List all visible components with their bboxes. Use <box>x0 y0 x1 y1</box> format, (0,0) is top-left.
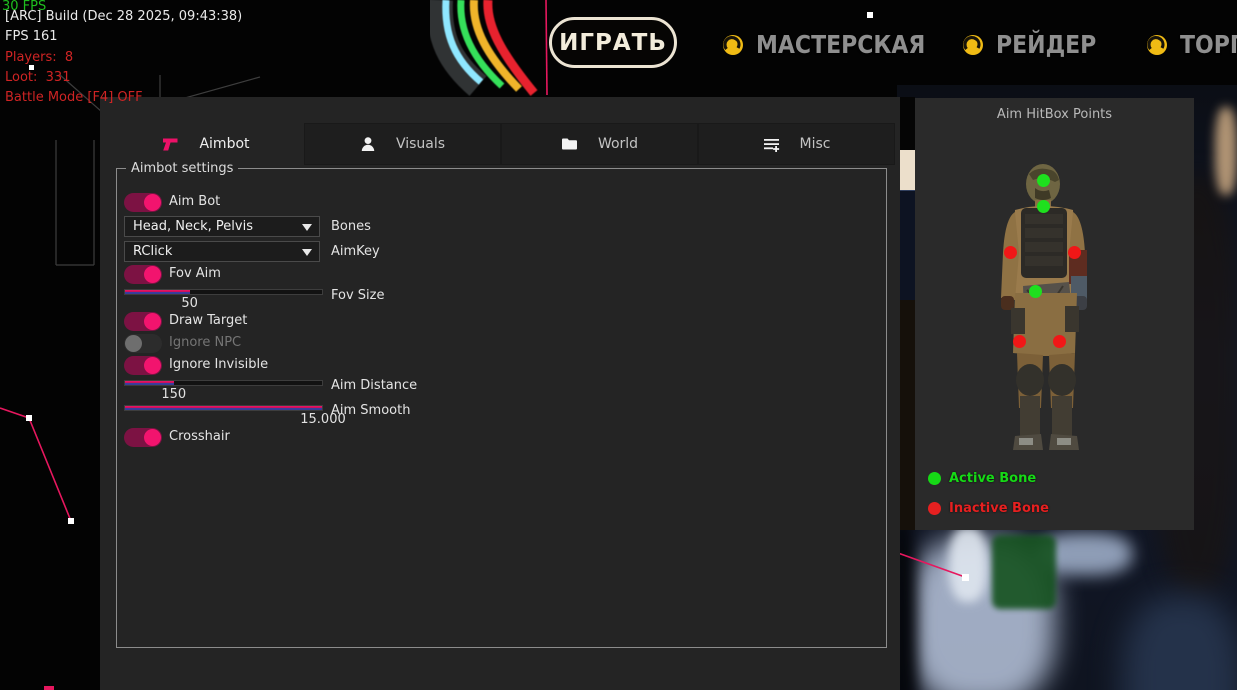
nav-item-trade[interactable]: ТОРГО <box>1146 30 1237 59</box>
slider-fill <box>125 406 322 410</box>
chevron-down-icon <box>302 249 312 256</box>
gun-icon <box>161 137 179 152</box>
hud-fps: FPS 161 <box>5 30 58 44</box>
inactive-bone-dot <box>928 502 941 515</box>
hitbox-point-left-shoulder <box>1004 246 1017 259</box>
bg-blur-blob <box>1215 107 1237 195</box>
nav-item-label: ТОРГО <box>1180 30 1237 59</box>
coin-swirl-icon <box>962 34 984 56</box>
rainbow-streak <box>428 0 558 100</box>
crosshair-toggle[interactable] <box>124 428 162 447</box>
hud-battle-mode: Battle Mode [F4] OFF <box>5 91 143 105</box>
legend-active-bone: Active Bone <box>928 471 1036 486</box>
tab-aimbot[interactable]: Aimbot <box>107 123 304 165</box>
aim-bot-toggle[interactable] <box>124 193 162 212</box>
esp-line-marker <box>898 548 978 590</box>
slider-fill <box>125 290 190 294</box>
group-title: Aimbot settings <box>126 161 238 176</box>
fov-size-value: 50 <box>140 296 240 311</box>
play-button[interactable]: ИГРАТЬ <box>549 17 677 68</box>
player-model <box>985 158 1125 458</box>
person-icon <box>360 136 376 152</box>
screen: 30 FPS [ARC] Build (Dec 28 2025, 09:43:3… <box>0 0 1237 690</box>
tab-label: Aimbot <box>199 136 249 152</box>
aim-smooth-label: Aim Smooth <box>331 403 410 418</box>
ignore-invisible-toggle[interactable] <box>124 356 162 375</box>
bg-sign-blob <box>992 535 1056 609</box>
draw-target-label: Draw Target <box>169 313 247 328</box>
hitbox-point-head <box>1037 174 1050 187</box>
hitbox-point-pelvis <box>1029 285 1042 298</box>
ignore-npc-toggle[interactable] <box>124 334 162 353</box>
play-button-label: ИГРАТЬ <box>559 30 667 56</box>
legend-inactive-bone: Inactive Bone <box>928 501 1049 516</box>
slider-fill <box>125 381 174 385</box>
hitbox-point-neck <box>1037 200 1050 213</box>
hud-loot: Loot: 331 <box>5 71 70 85</box>
hitbox-point-right-thigh <box>1053 335 1066 348</box>
inactive-bone-label: Inactive Bone <box>949 501 1049 516</box>
hitbox-panel: Aim HitBox Points <box>915 98 1194 530</box>
ignore-npc-label: Ignore NPC <box>169 335 241 350</box>
aimbot-settings-group: Aimbot settings Aim Bot Head, Neck, Pelv… <box>116 168 887 648</box>
hud-players: Players: 8 <box>5 51 73 65</box>
nav-item-label: МАСТЕРСКАЯ <box>756 30 925 59</box>
bones-label: Bones <box>331 219 371 234</box>
coin-swirl-icon <box>1146 34 1168 56</box>
tab-visuals[interactable]: Visuals <box>304 123 501 165</box>
hitbox-panel-title: Aim HitBox Points <box>915 107 1194 122</box>
esp-fragment <box>44 686 54 690</box>
hud-build-info: [ARC] Build (Dec 28 2025, 09:43:38) <box>5 10 242 24</box>
toggle-knob <box>144 357 161 374</box>
crosshair-label: Crosshair <box>169 429 230 444</box>
toggle-knob <box>125 335 142 352</box>
fov-size-label: Fov Size <box>331 288 384 303</box>
toggle-knob <box>144 313 161 330</box>
tab-label: Visuals <box>396 136 445 152</box>
aimkey-dropdown[interactable]: RClick <box>124 241 320 262</box>
aim-smooth-slider[interactable] <box>124 405 323 411</box>
aim-distance-value: 150 <box>124 387 224 402</box>
hitbox-point-right-shoulder <box>1068 246 1081 259</box>
nav-item-raider[interactable]: РЕЙДЕР <box>962 30 1110 59</box>
toggle-knob <box>144 266 161 283</box>
background-strip <box>900 97 915 530</box>
esp-marker-square <box>867 12 873 18</box>
bones-dropdown[interactable]: Head, Neck, Pelvis <box>124 216 320 237</box>
draw-target-toggle[interactable] <box>124 312 162 331</box>
aimkey-label: AimKey <box>331 244 380 259</box>
chevron-down-icon <box>302 224 312 231</box>
tab-label: World <box>598 136 638 152</box>
aim-bot-label: Aim Bot <box>169 194 220 209</box>
bg-blur-blob <box>897 515 917 690</box>
toggle-knob <box>144 429 161 446</box>
list-plus-icon <box>763 137 780 152</box>
hitbox-point-left-thigh <box>1013 335 1026 348</box>
nav-item-workshop[interactable]: МАСТЕРСКАЯ <box>722 30 948 59</box>
active-bone-label: Active Bone <box>949 471 1036 486</box>
fov-size-slider[interactable] <box>124 289 323 295</box>
nav-item-label: РЕЙДЕР <box>996 30 1096 59</box>
aimkey-dropdown-value: RClick <box>133 242 172 261</box>
tab-misc[interactable]: Misc <box>698 123 895 165</box>
bones-dropdown-value: Head, Neck, Pelvis <box>133 217 253 236</box>
cheat-menu-panel: Aimbot Visuals World Misc <box>100 97 900 690</box>
folder-icon <box>561 137 578 151</box>
tab-world[interactable]: World <box>501 123 698 165</box>
ignore-invisible-label: Ignore Invisible <box>169 357 268 372</box>
tab-label: Misc <box>800 136 831 152</box>
fov-aim-label: Fov Aim <box>169 266 221 281</box>
aim-distance-slider[interactable] <box>124 380 323 386</box>
aim-distance-label: Aim Distance <box>331 378 417 393</box>
coin-swirl-icon <box>722 34 744 56</box>
fov-aim-toggle[interactable] <box>124 265 162 284</box>
active-bone-dot <box>928 472 941 485</box>
bg-blur-blob <box>1122 595 1237 690</box>
toggle-knob <box>144 194 161 211</box>
